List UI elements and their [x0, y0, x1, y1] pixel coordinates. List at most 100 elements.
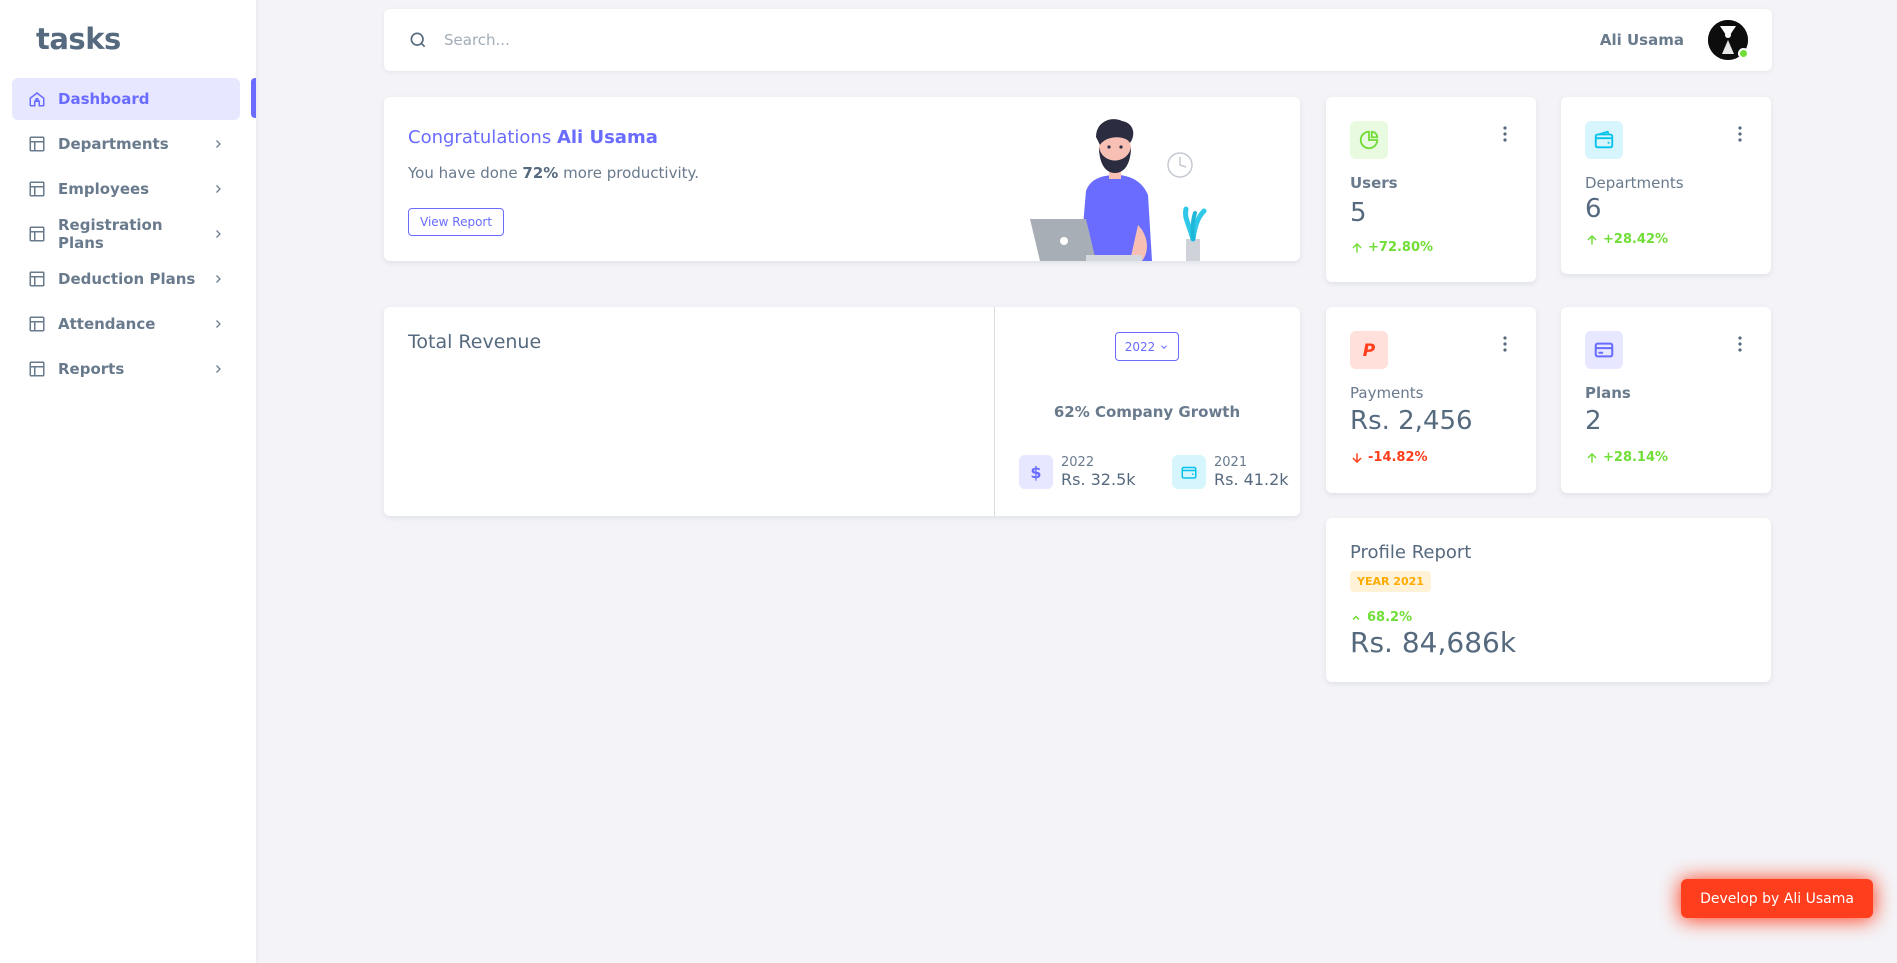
revenue-item-2022: $ 2022 Rs. 32.5k	[1019, 455, 1136, 489]
kebab-menu-icon[interactable]	[1737, 125, 1743, 143]
profile-report-card: Profile Report YEAR 2021 68.2% Rs. 84,68…	[1326, 518, 1771, 682]
year-select-value: 2022	[1124, 339, 1156, 354]
sidebar-item-registration-plans[interactable]: Registration Plans	[12, 213, 240, 255]
chevron-right-icon	[212, 363, 224, 375]
svg-text:$: $	[1030, 463, 1041, 481]
wallet-icon	[1585, 121, 1623, 159]
stat-change: +28.14%	[1585, 450, 1668, 465]
sidebar-item-deduction-plans[interactable]: Deduction Plans	[12, 258, 240, 300]
arrow-up-icon	[1587, 452, 1597, 463]
stat-change-value: +28.14%	[1603, 450, 1669, 465]
layout-icon	[28, 360, 46, 378]
brand-logo[interactable]: tasks	[36, 22, 121, 56]
credit-card-icon	[1585, 331, 1623, 369]
welcome-title-name: Ali Usama	[556, 127, 658, 148]
stat-label: Departments	[1585, 174, 1684, 192]
total-revenue-card: Total Revenue 2022 62% Company Growth $ …	[384, 307, 1300, 516]
year-select-button[interactable]: 2022	[1115, 332, 1179, 361]
sidebar-item-reports[interactable]: Reports	[12, 348, 240, 390]
layout-icon	[28, 225, 46, 243]
chevron-right-icon	[212, 138, 224, 150]
arrow-up-icon	[1352, 242, 1362, 253]
view-report-button[interactable]: View Report	[408, 208, 505, 236]
subtitle-prefix: You have done	[408, 164, 518, 182]
revenue-item-year: 2022	[1061, 455, 1095, 470]
profile-report-value: Rs. 84,686k	[1350, 626, 1517, 659]
subtitle-value: 72%	[522, 164, 559, 182]
company-growth-text: 62% Company Growth	[1053, 403, 1241, 421]
chart-pie-icon	[1350, 121, 1388, 159]
revenue-item-value: Rs. 41.2k	[1214, 470, 1289, 489]
stat-change-value: +28.42%	[1603, 232, 1669, 247]
stat-value: Rs. 2,456	[1350, 406, 1473, 436]
kebab-menu-icon[interactable]	[1502, 335, 1508, 353]
top-navbar: Ali Usama	[384, 9, 1772, 71]
stat-card-users: Users 5 +72.80%	[1326, 97, 1536, 282]
sidebar: tasks Dashboard Departments Employees Re…	[0, 0, 256, 963]
sidebar-item-departments[interactable]: Departments	[12, 123, 240, 165]
stat-change: -14.82%	[1350, 450, 1428, 465]
sidebar-item-label: Registration Plans	[58, 216, 163, 252]
sidebar-item-attendance[interactable]: Attendance	[12, 303, 240, 345]
develop-by-button[interactable]: Develop by Ali Usama	[1681, 879, 1873, 918]
stat-card-plans: Plans 2 +28.14%	[1561, 307, 1771, 493]
layout-icon	[28, 180, 46, 198]
search-icon	[408, 30, 428, 50]
chevron-right-icon	[212, 273, 224, 285]
stat-label: Payments	[1350, 384, 1424, 402]
search-input[interactable]	[444, 31, 1600, 49]
sidebar-item-label: Reports	[58, 360, 125, 378]
paypal-icon: P	[1350, 331, 1388, 369]
stat-card-departments: Departments 6 +28.42%	[1561, 97, 1771, 274]
sidebar-item-label: Dashboard	[58, 90, 150, 108]
stat-change-value: +72.80%	[1368, 240, 1434, 255]
sidebar-item-employees[interactable]: Employees	[12, 168, 240, 210]
kebab-menu-icon[interactable]	[1502, 125, 1508, 143]
stat-change: +72.80%	[1350, 240, 1433, 255]
layout-icon	[28, 270, 46, 288]
sidebar-menu: Dashboard Departments Employees Registra…	[12, 78, 240, 393]
stat-label: Plans	[1585, 384, 1631, 402]
wallet-icon	[1172, 455, 1206, 489]
online-status-dot	[1738, 48, 1749, 59]
welcome-title-prefix: Congratulations	[408, 127, 552, 148]
chevron-down-icon	[1161, 344, 1168, 349]
active-menu-marker	[251, 78, 256, 118]
profile-report-change-value: 68.2%	[1367, 610, 1413, 625]
svg-text:P: P	[1363, 341, 1376, 360]
dollar-icon: $	[1019, 455, 1053, 489]
stat-change: +28.42%	[1585, 232, 1668, 247]
kebab-menu-icon[interactable]	[1737, 335, 1743, 353]
sidebar-item-label: Attendance	[58, 315, 156, 333]
stat-value: 5	[1350, 198, 1367, 228]
profile-report-change: 68.2%	[1350, 610, 1412, 625]
sidebar-item-label: Employees	[58, 180, 150, 198]
profile-report-title: Profile Report	[1350, 542, 1472, 563]
sidebar-item-dashboard[interactable]: Dashboard	[12, 78, 240, 120]
man-with-laptop-illustration	[1030, 117, 1220, 265]
stat-change-value: -14.82%	[1368, 450, 1428, 465]
revenue-title: Total Revenue	[408, 331, 542, 353]
revenue-item-2021: 2021 Rs. 41.2k	[1172, 455, 1289, 489]
chevron-right-icon	[212, 183, 224, 195]
stat-card-payments: P Payments Rs. 2,456 -14.82%	[1326, 307, 1536, 493]
subtitle-suffix: more productivity.	[563, 164, 700, 182]
welcome-subtitle: You have done 72% more productivity.	[408, 164, 699, 182]
welcome-title: Congratulations Ali Usama	[408, 127, 658, 148]
arrow-down-icon	[1352, 452, 1362, 463]
stat-value: 2	[1585, 406, 1602, 436]
sidebar-item-label: Deduction Plans	[58, 270, 196, 288]
stat-label: Users	[1350, 174, 1398, 192]
layout-icon	[28, 135, 46, 153]
user-name: Ali Usama	[1599, 31, 1684, 49]
welcome-card: Congratulations Ali Usama You have done …	[384, 97, 1300, 261]
chevron-right-icon	[212, 318, 224, 330]
sidebar-item-label: Departments	[58, 135, 169, 153]
home-icon	[28, 90, 46, 108]
revenue-item-value: Rs. 32.5k	[1061, 470, 1136, 489]
chevron-up-icon	[1352, 614, 1360, 620]
layout-icon	[28, 315, 46, 333]
avatar[interactable]	[1708, 20, 1749, 60]
chevron-right-icon	[212, 228, 224, 240]
year-badge: YEAR 2021	[1350, 571, 1431, 592]
